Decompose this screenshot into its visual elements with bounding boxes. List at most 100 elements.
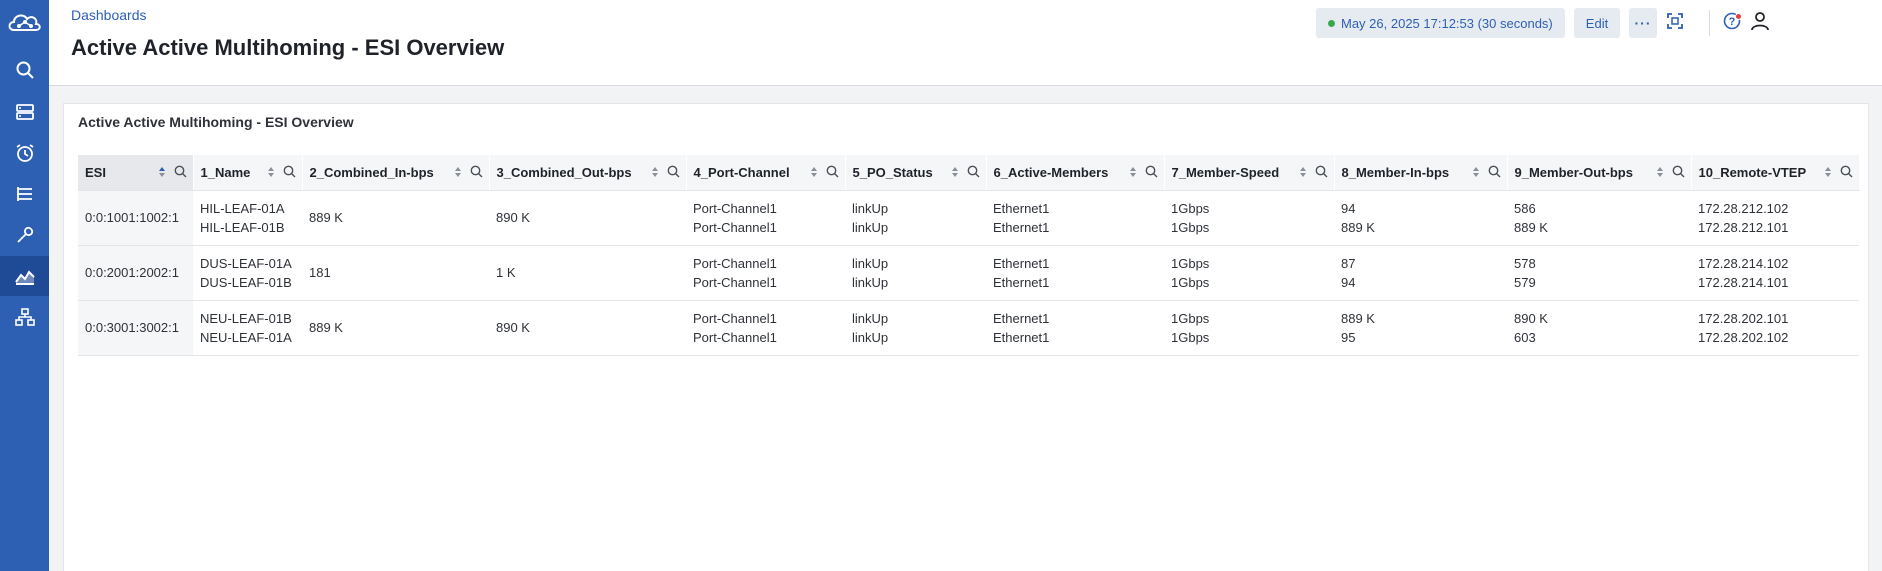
column-header[interactable]: 8_Member-In-bps xyxy=(1334,155,1508,191)
column-search-icon[interactable] xyxy=(283,165,296,178)
column-header-tools xyxy=(1472,165,1501,178)
topology-icon xyxy=(14,308,35,326)
column-search-icon[interactable] xyxy=(1315,165,1328,178)
column-header-tools xyxy=(267,165,296,178)
cell-line: Ethernet1 xyxy=(993,219,1050,235)
column-header-label: 5_PO_Status xyxy=(852,165,933,181)
column-header-tools xyxy=(1129,165,1158,178)
sidebar-item-inventory[interactable] xyxy=(0,92,49,132)
cell-line: Port-Channel1 xyxy=(693,329,777,345)
page-header: Dashboards Active Active Multihoming - E… xyxy=(49,0,1882,86)
cell-line: 172.28.212.102 xyxy=(1698,200,1789,216)
cell-line: NEU-LEAF-01A xyxy=(200,329,292,345)
column-header-label: 6_Active-Members xyxy=(993,165,1109,181)
sort-icon[interactable] xyxy=(1299,166,1307,178)
column-header-label: 2_Combined_In-bps xyxy=(309,165,434,181)
cell-line: 172.28.214.102 xyxy=(1698,255,1789,271)
sort-icon[interactable] xyxy=(1472,166,1480,178)
cell-line: NEU-LEAF-01B xyxy=(200,310,292,326)
cell-line: linkUp xyxy=(852,219,889,235)
cell-line: 889 K xyxy=(1341,310,1375,326)
sidebar-item-topology[interactable] xyxy=(0,297,49,337)
sidebar-item-tasks[interactable] xyxy=(0,174,49,214)
esi-overview-table: ESI 1_Name 2_Combined_In-bps 3_Combined_Out… xyxy=(78,155,1860,356)
cell-line: Ethernet1 xyxy=(993,255,1050,271)
cell-line: linkUp xyxy=(852,329,889,345)
sort-icon[interactable] xyxy=(810,166,818,178)
sidebar-item-dashboards[interactable] xyxy=(0,256,49,296)
sidebar-item-tools[interactable] xyxy=(0,215,49,255)
sidebar xyxy=(0,0,49,571)
column-header-label: 8_Member-In-bps xyxy=(1341,165,1450,181)
table-cell-port-channel: Port-Channel1 Port-Channel1 xyxy=(686,300,845,356)
more-options-button[interactable]: ··· xyxy=(1629,8,1657,38)
sort-icon[interactable] xyxy=(158,166,166,178)
cell-line: 1Gbps xyxy=(1171,274,1210,290)
table-body: 0:0:1001:1002:1 HIL-LEAF-01A HIL-LEAF-01B 8… xyxy=(78,190,1859,356)
sort-icon[interactable] xyxy=(1824,166,1832,178)
cell-line: 603 xyxy=(1514,329,1536,345)
column-search-icon[interactable] xyxy=(667,165,680,178)
table-cell-combined-in: 181 xyxy=(302,245,489,301)
table-cell-port-channel: Port-Channel1 Port-Channel1 xyxy=(686,190,845,246)
cell-line: HIL-LEAF-01A xyxy=(200,200,285,216)
time-range-picker[interactable]: May 26, 2025 17:12:53 (30 seconds) xyxy=(1316,8,1565,38)
sort-icon[interactable] xyxy=(651,166,659,178)
column-search-icon[interactable] xyxy=(967,165,980,178)
cell-line: DUS-LEAF-01A xyxy=(200,255,292,271)
sort-icon[interactable] xyxy=(454,166,462,178)
table-cell-name: NEU-LEAF-01B NEU-LEAF-01A xyxy=(193,300,302,356)
column-search-icon[interactable] xyxy=(826,165,839,178)
cell-line: 94 xyxy=(1341,200,1356,216)
table-cell-combined-in: 889 K xyxy=(302,300,489,356)
column-header[interactable]: 10_Remote-VTEP xyxy=(1691,155,1860,191)
column-header-label: 3_Combined_Out-bps xyxy=(496,165,632,181)
cell-line: 1Gbps xyxy=(1171,329,1210,345)
column-search-icon[interactable] xyxy=(470,165,483,178)
cell-line: linkUp xyxy=(852,274,889,290)
cell-line: 95 xyxy=(1341,329,1356,345)
column-header-label: 9_Member-Out-bps xyxy=(1514,165,1633,181)
table-cell-esi: 0:0:1001:1002:1 xyxy=(78,190,193,246)
column-header-tools xyxy=(810,165,839,178)
cell-line: 1Gbps xyxy=(1171,200,1210,216)
column-header-tools xyxy=(1299,165,1328,178)
column-header[interactable]: 2_Combined_In-bps xyxy=(302,155,490,191)
cell-line: 94 xyxy=(1341,274,1356,290)
sort-icon[interactable] xyxy=(951,166,959,178)
column-header-label: 7_Member-Speed xyxy=(1171,165,1280,181)
edit-button[interactable]: Edit xyxy=(1574,8,1620,38)
column-search-icon[interactable] xyxy=(1672,165,1685,178)
column-header[interactable]: ESI xyxy=(78,155,194,191)
alarm-icon xyxy=(16,144,33,162)
table-cell-active-members: Ethernet1 Ethernet1 xyxy=(986,300,1164,356)
cloud-network-logo[interactable] xyxy=(5,8,44,36)
sidebar-item-alarms[interactable] xyxy=(0,133,49,173)
sort-icon[interactable] xyxy=(1656,166,1664,178)
breadcrumb-dashboards[interactable]: Dashboards xyxy=(71,7,147,23)
cell-line: 889 K xyxy=(1514,219,1548,235)
table-cell-member-out: 578 579 xyxy=(1507,245,1691,301)
table-cell-combined-out: 890 K xyxy=(489,190,686,246)
user-menu[interactable] xyxy=(1750,11,1770,36)
cell-line: Port-Channel1 xyxy=(693,310,777,326)
sort-icon[interactable] xyxy=(267,166,275,178)
column-header[interactable]: 4_Port-Channel xyxy=(686,155,846,191)
fullscreen-button[interactable] xyxy=(1667,13,1683,34)
column-search-icon[interactable] xyxy=(1488,165,1501,178)
sort-icon[interactable] xyxy=(1129,166,1137,178)
cell-line: Ethernet1 xyxy=(993,329,1050,345)
column-header[interactable]: 9_Member-Out-bps xyxy=(1507,155,1692,191)
table-cell-port-channel: Port-Channel1 Port-Channel1 xyxy=(686,245,845,301)
sidebar-item-search[interactable] xyxy=(0,50,49,90)
column-header[interactable]: 3_Combined_Out-bps xyxy=(489,155,687,191)
column-header[interactable]: 6_Active-Members xyxy=(986,155,1165,191)
column-search-icon[interactable] xyxy=(1145,165,1158,178)
column-search-icon[interactable] xyxy=(174,165,187,178)
cell-line: 586 xyxy=(1514,200,1536,216)
column-header-tools xyxy=(951,165,980,178)
column-header[interactable]: 5_PO_Status xyxy=(845,155,987,191)
column-search-icon[interactable] xyxy=(1840,165,1853,178)
column-header[interactable]: 7_Member-Speed xyxy=(1164,155,1335,191)
column-header[interactable]: 1_Name xyxy=(193,155,303,191)
